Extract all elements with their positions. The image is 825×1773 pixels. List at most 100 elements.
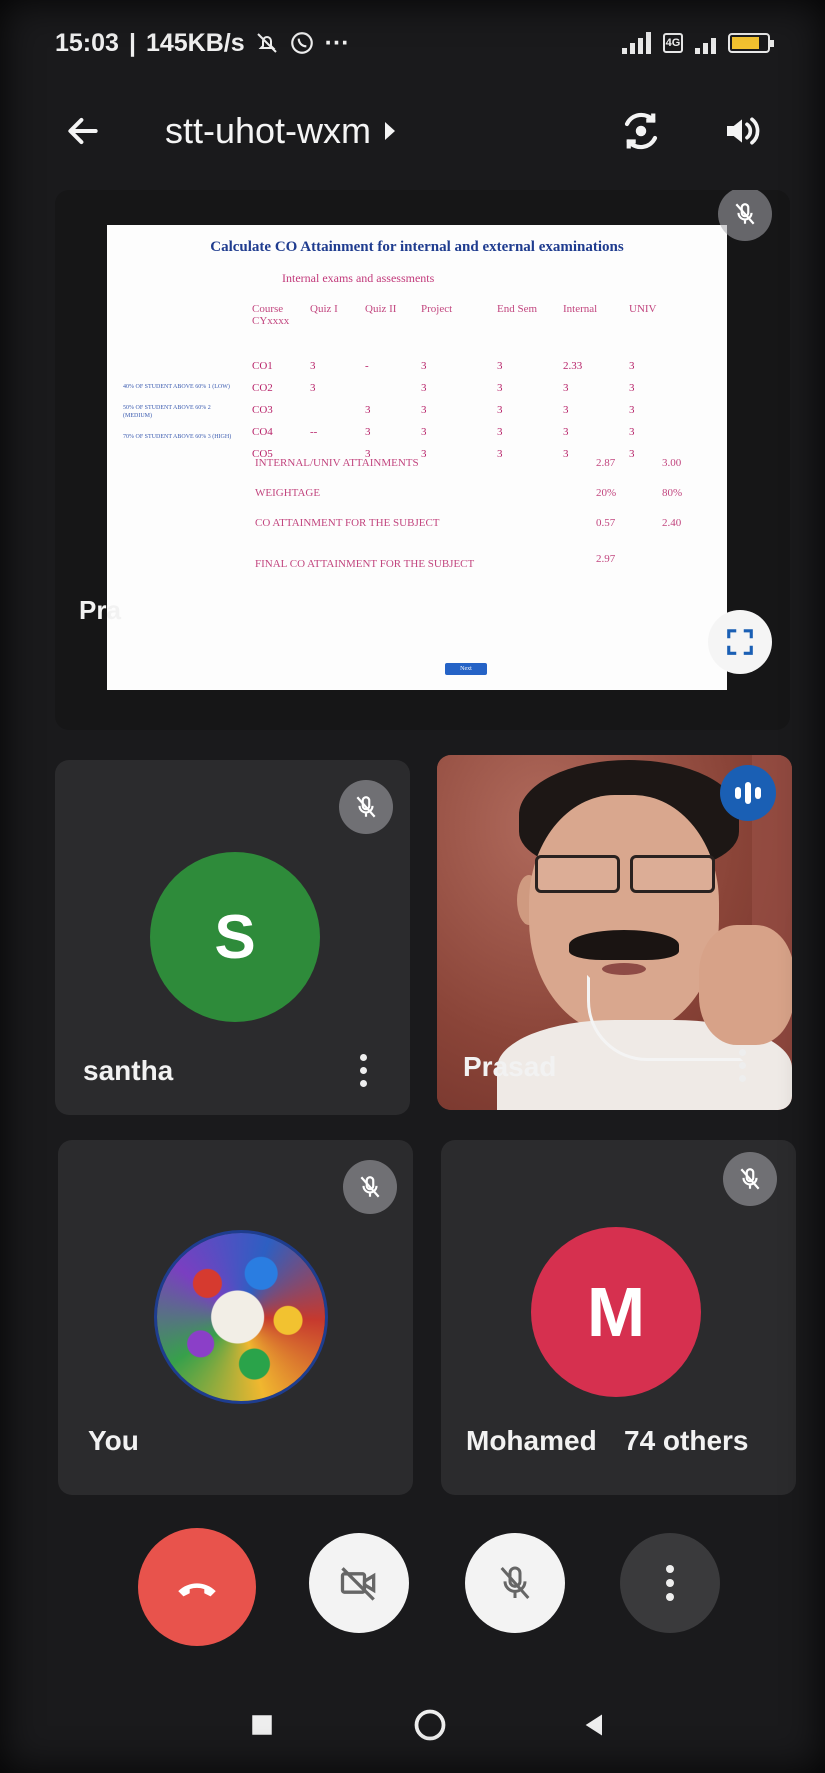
table-header: UNIV: [629, 303, 657, 315]
table-cell: CO4: [252, 426, 273, 438]
switch-camera-icon: [624, 112, 658, 150]
participant-menu-button[interactable]: [727, 1040, 757, 1090]
camera-off-icon: [340, 1567, 376, 1601]
fullscreen-icon: [727, 629, 753, 655]
home-icon: [414, 1709, 446, 1741]
chevron-right-icon: [385, 122, 396, 140]
summary-internal: 20%: [596, 487, 617, 499]
more-notifications-icon: ···: [324, 28, 350, 57]
shared-slide: Calculate CO Attainment for internal and…: [107, 225, 727, 690]
mic-off-indicator: [718, 190, 772, 241]
end-call-button[interactable]: [138, 1528, 256, 1646]
slide-title: Calculate CO Attainment for internal and…: [210, 239, 624, 255]
slide-next-button: Next: [445, 663, 487, 675]
home-button[interactable]: [405, 1700, 455, 1750]
table-row: CO4 -- 3 3 3 3 3: [252, 421, 669, 443]
participant-tile-others[interactable]: M Mohamed 74 others: [441, 1140, 796, 1495]
summary-univ: 80%: [662, 487, 683, 499]
slide-side-notes: 40% OF STUDENT ABOVE 60% 1 (LOW) 50% OF …: [123, 383, 233, 454]
back-arrow-icon: [68, 117, 98, 145]
others-count: 74 others: [624, 1425, 749, 1456]
table-cell: CO2: [252, 382, 273, 394]
table-cell: 3: [629, 426, 635, 438]
speaking-indicator-icon: [720, 765, 776, 821]
mic-off-indicator: [723, 1152, 777, 1206]
table-header: Course CYxxxx: [252, 303, 290, 327]
table-row: CO2 3 3 3 3 3: [252, 377, 669, 399]
table-cell: 3: [365, 426, 371, 438]
table-header: Quiz II: [365, 303, 397, 315]
recents-button[interactable]: [237, 1700, 287, 1750]
summary-label: INTERNAL/UNIV ATTAINMENTS: [255, 457, 419, 469]
status-time: 15:03: [55, 28, 119, 57]
participant-tile-you[interactable]: You: [58, 1140, 413, 1495]
side-note: 70% OF STUDENT ABOVE 60% 3 (HIGH): [123, 434, 232, 440]
mic-off-icon: [360, 1176, 380, 1198]
table-row: CO3 3 3 3 3 3: [252, 399, 669, 421]
mic-off-indicator: [343, 1160, 397, 1214]
table-cell: 2.33: [563, 360, 583, 372]
system-nav-bar: [0, 1690, 825, 1760]
table-cell: 3: [497, 382, 503, 394]
nav-back-button[interactable]: [570, 1700, 620, 1750]
table-cell: -: [365, 360, 369, 372]
call-controls: [0, 1528, 825, 1648]
mic-off-indicator: [339, 780, 393, 834]
camera-toggle-button[interactable]: [309, 1533, 409, 1633]
meeting-code-button[interactable]: stt-uhot-wxm: [165, 110, 396, 152]
battery-icon: [728, 33, 774, 53]
participant-name: Mohamed: [466, 1425, 597, 1456]
table-cell: 3: [421, 360, 427, 372]
table-cell: 3: [365, 404, 371, 416]
avatar: M: [531, 1227, 701, 1397]
table-cell: 3: [629, 360, 635, 372]
glasses: [535, 855, 715, 893]
signal-icon: [622, 32, 651, 54]
recents-icon: [252, 1715, 272, 1735]
status-bar: 15:03 | 145KB/s ··· 4G: [0, 0, 825, 86]
table-cell: CO1: [252, 360, 273, 372]
profile-picture-palette: [157, 1233, 325, 1401]
co-table: Course CYxxxx Quiz I Quiz II Project End…: [252, 303, 669, 465]
table-cell: 3: [629, 404, 635, 416]
participant-tile-prasad[interactable]: Prasad: [437, 755, 792, 1110]
side-note: 50% OF STUDENT ABOVE 60% 2 (MEDIUM): [123, 405, 211, 419]
fullscreen-button[interactable]: [708, 610, 772, 674]
participant-menu-button[interactable]: [348, 1045, 378, 1095]
mic-off-icon: [740, 1168, 760, 1190]
table-cell: 3: [421, 404, 427, 416]
more-vert-icon: [666, 1562, 674, 1604]
network-speed: 145KB/s: [145, 28, 245, 57]
mic-toggle-button[interactable]: [465, 1533, 565, 1633]
table-cell: --: [310, 426, 318, 438]
table-cell: 3: [497, 360, 503, 372]
more-options-button[interactable]: [620, 1533, 720, 1633]
signal-icon: [695, 32, 716, 54]
table-cell: 3: [563, 404, 569, 416]
summary-internal: 0.57: [596, 517, 616, 529]
summary-internal: 2.97: [596, 553, 616, 565]
mute-alarm-icon: [256, 33, 277, 53]
presentation-tile[interactable]: Calculate CO Attainment for internal and…: [55, 190, 790, 730]
participant-name: santha: [83, 1055, 174, 1086]
avatar: S: [150, 852, 320, 1022]
table-cell: 3: [310, 382, 316, 394]
end-call-icon: [178, 1583, 216, 1597]
back-button[interactable]: [55, 103, 111, 159]
table-cell: 3: [421, 448, 427, 460]
participant-tile-santha[interactable]: S santha: [55, 760, 410, 1115]
switch-camera-button[interactable]: [613, 103, 669, 159]
table-cell: 3: [497, 448, 503, 460]
summary-label: CO ATTAINMENT FOR THE SUBJECT: [255, 517, 440, 529]
table-cell: [310, 399, 365, 421]
summary-label: FINAL CO ATTAINMENT FOR THE SUBJECT: [255, 558, 475, 570]
table-header: Internal: [563, 303, 598, 315]
table-header: Quiz I: [310, 303, 338, 315]
summary-univ: 3.00: [662, 457, 682, 469]
slide-subtitle: Internal exams and assessments: [282, 271, 435, 285]
meeting-header: stt-uhot-wxm: [0, 86, 825, 176]
meet-screen: 15:03 | 145KB/s ··· 4G stt-uhot-wxm Calc…: [0, 0, 825, 1773]
mic-off-icon: [500, 1566, 530, 1599]
table-cell: 3: [497, 404, 503, 416]
audio-output-button[interactable]: [714, 103, 770, 159]
